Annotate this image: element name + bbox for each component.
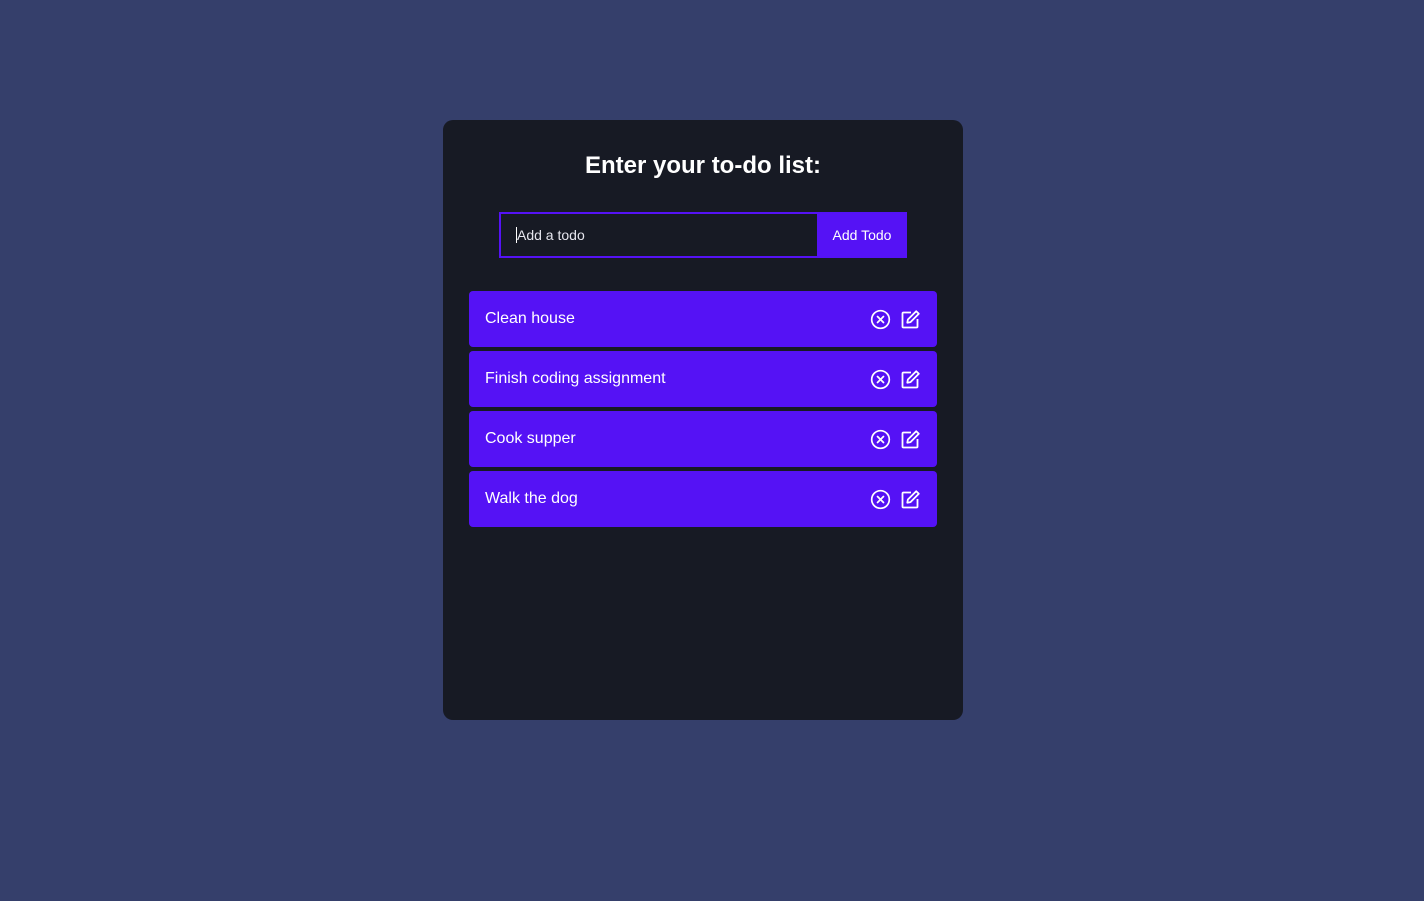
todo-list: Clean house Finish coding assignment Coo…	[469, 291, 937, 531]
todo-input-wrapper	[499, 212, 817, 258]
circle-x-icon[interactable]	[869, 368, 891, 390]
todo-item-actions	[869, 428, 921, 450]
todo-item-text[interactable]: Cook supper	[485, 430, 576, 448]
edit-icon[interactable]	[899, 428, 921, 450]
circle-x-icon[interactable]	[869, 428, 891, 450]
todo-card: Enter your to-do list: Add Todo Clean ho…	[443, 120, 963, 720]
todo-form: Add Todo	[499, 212, 907, 258]
todo-item-actions	[869, 368, 921, 390]
todo-item-text[interactable]: Finish coding assignment	[485, 370, 666, 388]
todo-item-actions	[869, 308, 921, 330]
edit-icon[interactable]	[899, 368, 921, 390]
todo-item: Walk the dog	[469, 471, 937, 527]
text-caret	[516, 227, 517, 243]
todo-item-text[interactable]: Walk the dog	[485, 490, 578, 508]
todo-item-actions	[869, 488, 921, 510]
todo-item-text[interactable]: Clean house	[485, 310, 575, 328]
circle-x-icon[interactable]	[869, 488, 891, 510]
edit-icon[interactable]	[899, 308, 921, 330]
edit-icon[interactable]	[899, 488, 921, 510]
page-title: Enter your to-do list:	[585, 152, 821, 179]
add-todo-button[interactable]: Add Todo	[817, 212, 907, 258]
todo-input[interactable]	[499, 212, 817, 258]
circle-x-icon[interactable]	[869, 308, 891, 330]
todo-item: Clean house	[469, 291, 937, 347]
todo-item: Finish coding assignment	[469, 351, 937, 407]
todo-item: Cook supper	[469, 411, 937, 467]
